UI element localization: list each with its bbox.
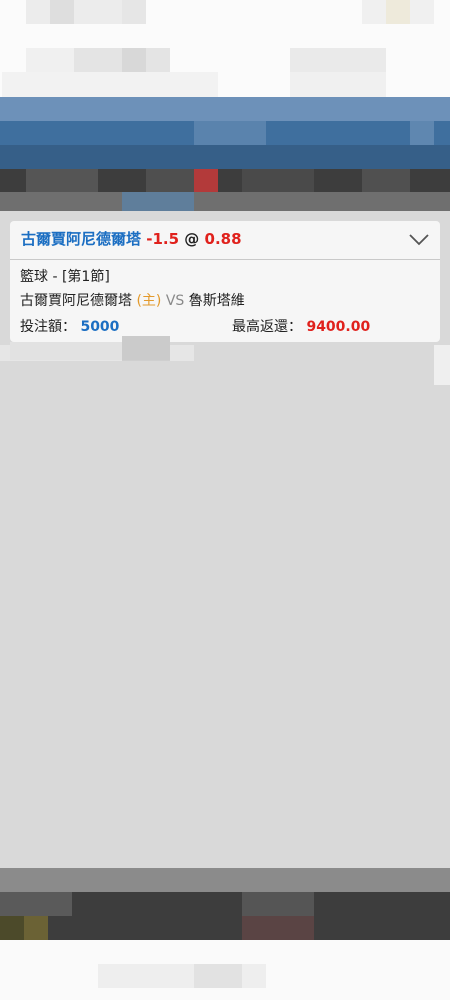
home-marker: (主) xyxy=(136,293,162,309)
bet-selection: 古爾賈阿尼德爾塔 -1.5 @ 0.88 xyxy=(21,229,242,249)
handicap-value: -1.5 xyxy=(146,230,180,248)
home-team: 古爾賈阿尼德爾塔 xyxy=(20,293,132,309)
selected-team: 古爾賈阿尼德爾塔 xyxy=(21,230,142,248)
bet-card-header[interactable]: 古爾賈阿尼德爾塔 -1.5 @ 0.88 xyxy=(10,221,440,260)
away-team: 魯斯塔維 xyxy=(188,293,245,309)
max-return-label: 最高返還： xyxy=(232,319,302,335)
at-symbol: @ xyxy=(184,230,200,248)
chevron-down-icon[interactable] xyxy=(408,230,430,248)
vs-label: VS xyxy=(165,293,185,309)
max-return-row: 最高返還： 9400.00 xyxy=(232,317,370,337)
status-bar-blurred xyxy=(0,0,450,97)
home-indicator-blurred xyxy=(0,940,450,1000)
match-teams: 古爾賈阿尼德爾塔 (主) VS 魯斯塔維 xyxy=(20,291,245,311)
stake-label: 投注額： xyxy=(20,319,76,335)
stake-row: 投注額： 5000 xyxy=(20,317,119,337)
sport-period: 籃球 - [第1節] xyxy=(20,269,110,285)
odds-value: 0.88 xyxy=(204,230,242,248)
stake-value: 5000 xyxy=(80,319,120,335)
bottom-bar-blurred xyxy=(0,868,450,892)
bet-slip-card: 古爾賈阿尼德爾塔 -1.5 @ 0.88 籃球 - [第1節] 古爾賈阿尼德爾塔… xyxy=(10,221,440,342)
bottom-nav-blurred xyxy=(0,892,450,940)
max-return-value: 9400.00 xyxy=(306,319,371,335)
